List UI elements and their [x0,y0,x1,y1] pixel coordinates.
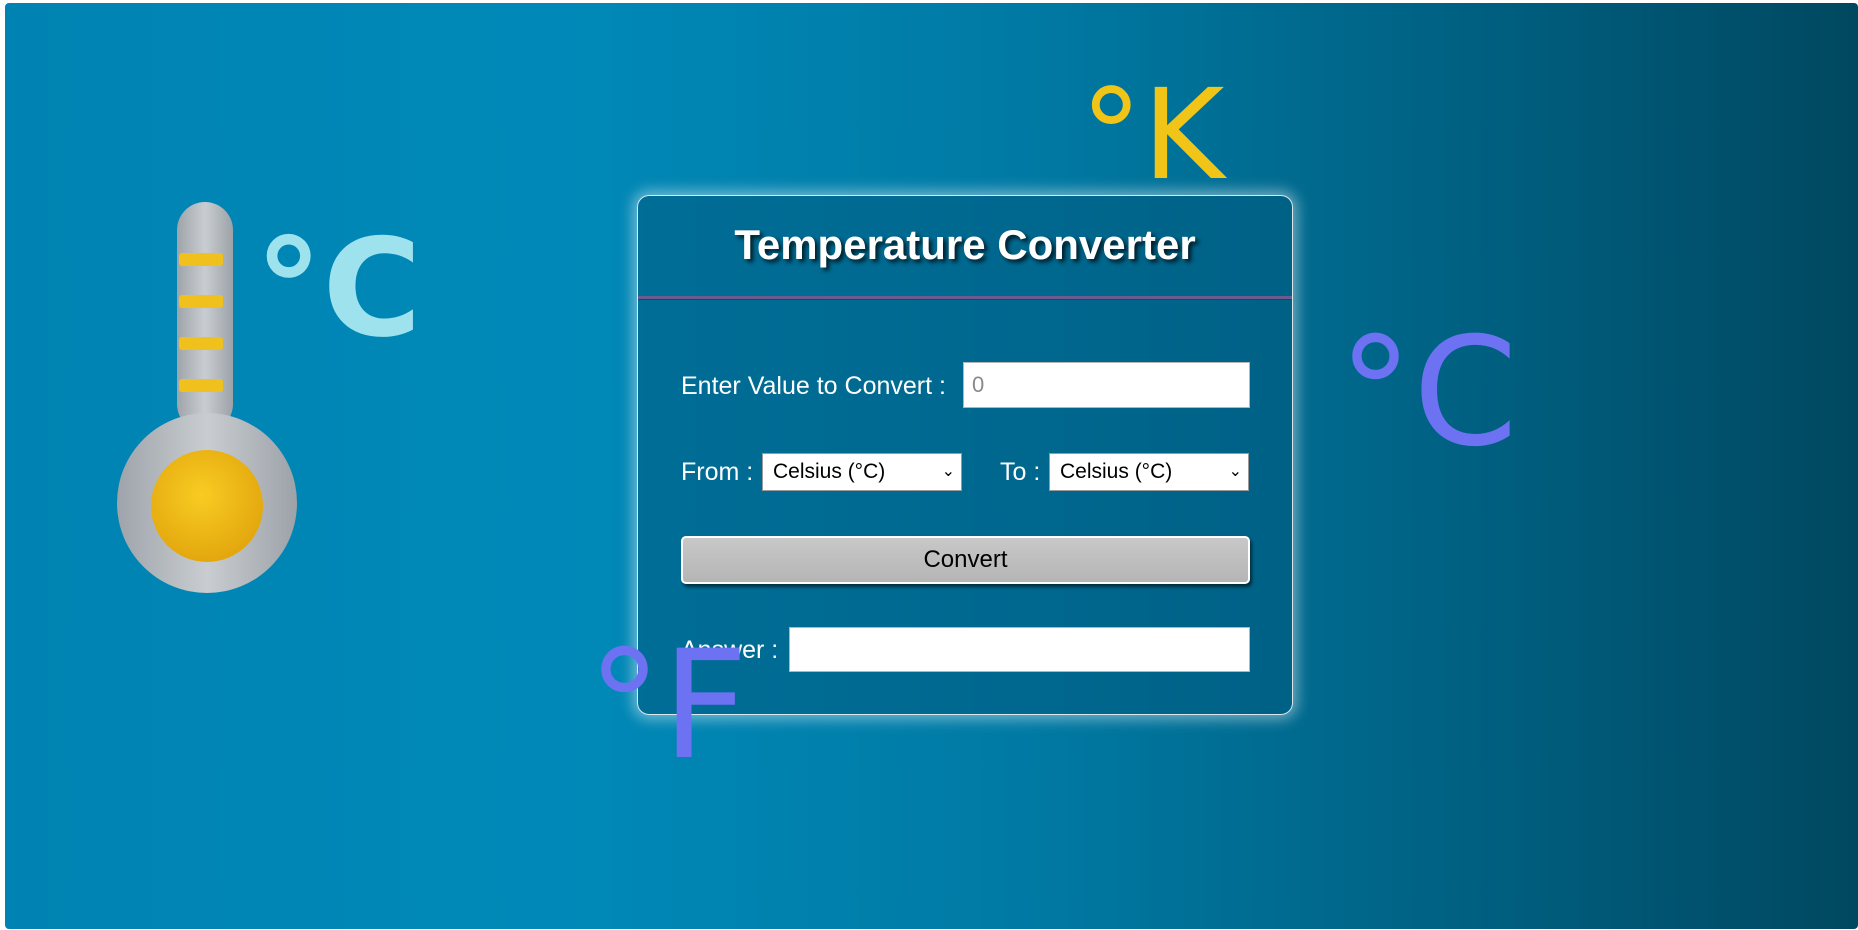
title-divider [638,296,1292,300]
to-unit-selected-value: Celsius (°C) [1060,460,1173,483]
celsius-symbol-decoration-right: °C [1338,306,1518,480]
from-unit-select[interactable]: Celsius (°C) ⌄ [762,453,962,491]
answer-field[interactable] [789,627,1250,672]
to-unit-select[interactable]: Celsius (°C) ⌄ [1049,453,1249,491]
convert-button[interactable]: Convert [681,536,1250,584]
chevron-down-icon: ⌄ [941,463,955,480]
value-input[interactable] [963,362,1250,408]
page-title: Temperature Converter [734,221,1196,268]
fahrenheit-symbol-decoration: °F [587,619,749,793]
chevron-down-icon: ⌄ [1228,463,1242,480]
kelvin-symbol-decoration: °K [1080,63,1225,208]
from-label: From : [681,458,754,486]
to-label: To : [1000,458,1041,486]
page-background: °C °K °C Temperature Converter Enter Val… [5,3,1858,929]
celsius-symbol-decoration: °C [255,210,422,367]
from-unit-selected-value: Celsius (°C) [773,460,886,483]
value-label: Enter Value to Convert : [681,372,946,400]
